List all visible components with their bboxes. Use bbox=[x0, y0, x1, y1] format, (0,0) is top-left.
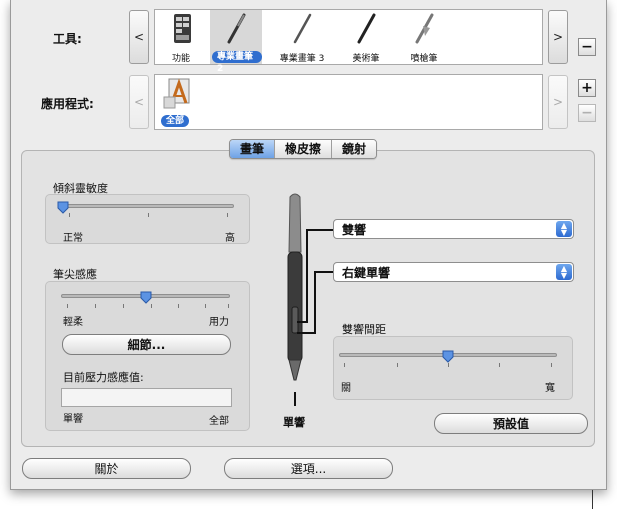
lower-button-value: 右鍵單響 bbox=[342, 265, 391, 280]
slider-tick bbox=[344, 363, 345, 367]
connector-line bbox=[306, 229, 308, 323]
tilt-min-label: 正常 bbox=[63, 233, 83, 244]
slider-tick bbox=[178, 304, 179, 308]
tool-tile-airbrush[interactable]: 噴槍筆 bbox=[399, 12, 449, 64]
functions-icon bbox=[174, 14, 191, 43]
double-click-min-label: 關 bbox=[341, 383, 351, 394]
tool-tile-pro-pen-3[interactable]: 專業畫筆 3 bbox=[273, 12, 331, 64]
pen-tip-label: 單響 bbox=[283, 416, 305, 429]
tool-label-pro-pen-3: 專業畫筆 3 bbox=[279, 54, 325, 64]
tip-feel-slider-thumb[interactable] bbox=[140, 291, 152, 304]
defaults-button[interactable]: 預設值 bbox=[434, 413, 588, 434]
slider-tick bbox=[151, 304, 152, 308]
tool-tile-art-pen[interactable]: 美術筆 bbox=[341, 12, 391, 64]
pressure-min-label: 單響 bbox=[63, 414, 83, 425]
apps-row-label: 應用程式: bbox=[41, 97, 94, 111]
apps-strip: 全部 bbox=[154, 74, 543, 130]
double-click-max-label: 寬 bbox=[545, 383, 555, 394]
pressure-meter bbox=[61, 388, 232, 407]
add-app-button[interactable]: + bbox=[578, 79, 596, 97]
tool-label-airbrush: 噴槍筆 bbox=[410, 54, 438, 64]
tilt-slider-track[interactable] bbox=[61, 204, 234, 208]
popup-arrows-icon: ▲ ▼ bbox=[556, 221, 572, 237]
about-button[interactable]: 關於 bbox=[22, 458, 191, 479]
tools-row-label: 工具: bbox=[53, 32, 82, 46]
current-pressure-label: 目前壓力感應值: bbox=[63, 371, 144, 384]
tool-label-pro-pen-2: 專業畫筆 2 bbox=[212, 51, 262, 74]
connector-line bbox=[314, 271, 316, 334]
pressure-max-label: 全部 bbox=[209, 416, 229, 427]
tab-mapping[interactable]: 鏡射 bbox=[332, 140, 377, 158]
popup-arrows-icon: ▲ ▼ bbox=[556, 264, 572, 280]
options-button[interactable]: 選項... bbox=[224, 458, 393, 479]
tip-feel-max-label: 用力 bbox=[209, 317, 229, 328]
slider-tick bbox=[123, 304, 124, 308]
slider-tick bbox=[397, 363, 398, 367]
slider-tick bbox=[205, 304, 206, 308]
slider-tick bbox=[227, 213, 228, 217]
lower-button-popup[interactable]: 右鍵單響 ▲ ▼ bbox=[333, 262, 574, 282]
tab-pen[interactable]: 畫筆 bbox=[230, 140, 276, 158]
apps-next-button[interactable]: > bbox=[548, 75, 568, 129]
tool-label-functions: 功能 bbox=[171, 54, 190, 64]
tool-tile-functions[interactable]: 功能 bbox=[161, 12, 201, 64]
airbrush-icon bbox=[415, 13, 434, 44]
slider-tick bbox=[148, 213, 149, 217]
connector-line bbox=[314, 271, 333, 273]
desktop-edge-line bbox=[592, 490, 593, 509]
connector-line bbox=[297, 332, 315, 334]
pen-icon bbox=[293, 13, 312, 44]
remove-app-button[interactable]: − bbox=[578, 104, 596, 122]
tab-eraser[interactable]: 橡皮擦 bbox=[275, 140, 333, 158]
tilt-slider-thumb[interactable] bbox=[57, 201, 69, 214]
slider-tick bbox=[67, 304, 68, 308]
tools-strip: 功能 專業畫筆 2 專業畫筆 3 美術筆 噴槍筆 bbox=[154, 9, 543, 74]
tool-label-art-pen: 美術筆 bbox=[352, 54, 380, 64]
pen-icon bbox=[227, 13, 246, 44]
settings-tabs: 畫筆 橡皮擦 鏡射 bbox=[229, 139, 378, 159]
double-click-group bbox=[333, 336, 573, 400]
slider-tick bbox=[499, 363, 500, 367]
slider-tick bbox=[228, 304, 229, 308]
slider-tick bbox=[95, 304, 96, 308]
all-apps-icon bbox=[163, 78, 190, 109]
slider-tick bbox=[448, 363, 449, 367]
app-tile-all[interactable]: 全部 bbox=[157, 76, 197, 129]
tip-feel-min-label: 輕柔 bbox=[63, 317, 83, 328]
tip-feel-title: 筆尖感應 bbox=[53, 268, 97, 281]
tilt-max-label: 高 bbox=[225, 233, 235, 244]
apps-prev-button[interactable]: < bbox=[129, 75, 149, 129]
app-label-all: 全部 bbox=[161, 115, 190, 127]
tools-next-button[interactable]: > bbox=[548, 10, 568, 64]
double-click-slider-thumb[interactable] bbox=[442, 350, 454, 363]
upper-button-value: 雙響 bbox=[342, 222, 367, 237]
slider-tick bbox=[551, 363, 552, 367]
connector-line bbox=[306, 229, 333, 231]
remove-tool-button[interactable]: − bbox=[578, 38, 596, 56]
details-button[interactable]: 細節... bbox=[62, 334, 231, 355]
tablet-preferences-window: 工具: < 功能 專業畫筆 2 專業畫筆 3 美術筆 噴槍筆 > − 應用程式:… bbox=[10, 0, 607, 490]
art-pen-icon bbox=[357, 13, 376, 44]
slider-tick bbox=[69, 213, 70, 217]
upper-button-popup[interactable]: 雙響 ▲ ▼ bbox=[333, 219, 574, 239]
tool-tile-pro-pen-2[interactable]: 專業畫筆 2 bbox=[210, 10, 262, 74]
tools-prev-button[interactable]: < bbox=[129, 10, 149, 64]
double-click-distance-title: 雙響間距 bbox=[342, 323, 386, 336]
